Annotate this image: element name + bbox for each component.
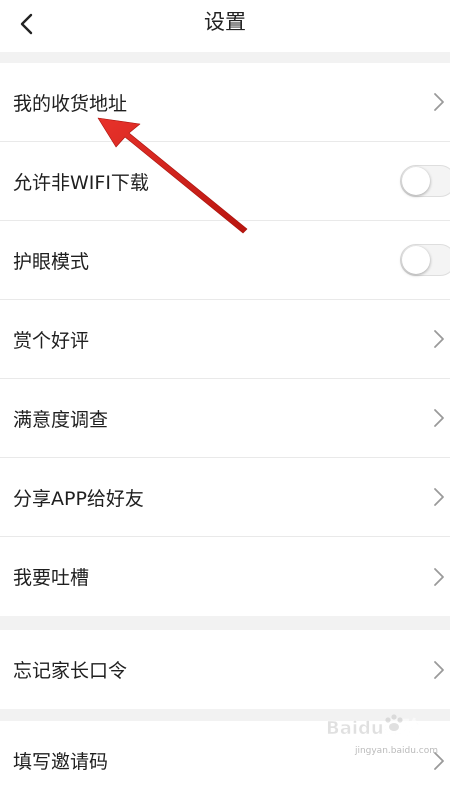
settings-item-shipping-address[interactable]: 我的收货地址 [0,63,450,142]
settings-item-label: 分享APP给好友 [13,487,144,510]
settings-item-rate-app[interactable]: 赏个好评 [0,300,450,379]
settings-item-satisfaction-survey[interactable]: 满意度调查 [0,379,450,458]
page-title: 设置 [204,10,246,34]
settings-item-label: 填写邀请码 [13,751,109,773]
settings-item-share-app[interactable]: 分享APP给好友 [0,458,450,537]
settings-item-label: 满意度调查 [13,408,109,431]
chevron-right-icon [434,488,444,506]
nav-bar: 设置 [0,0,450,52]
settings-item-label: 允许非WIFI下载 [13,171,149,194]
settings-item-label: 我的收货地址 [13,92,128,115]
settings-item-label: 赏个好评 [13,329,90,352]
watermark-url: jingyan.baidu.com [354,746,438,756]
settings-item-label: 我要吐槽 [13,567,90,589]
chevron-right-icon [434,330,444,348]
settings-item-label: 护眼模式 [13,250,90,273]
settings-item-forgot-parent-code[interactable]: 忘记家长口令 [0,630,450,709]
settings-item-label: 忘记家长口令 [13,660,128,682]
settings-item-non-wifi-download: 允许非WIFI下载 [0,142,450,221]
settings-group-parental: 忘记家长口令 [0,630,450,709]
settings-item-feedback[interactable]: 我要吐槽 [0,537,450,616]
eye-protection-toggle[interactable] [400,244,450,276]
settings-group-invite: 填写邀请码 [0,721,450,800]
chevron-right-icon [434,660,444,679]
settings-item-eye-protection: 护眼模式 [0,221,450,300]
settings-group-main: 我的收货地址 允许非WIFI下载 护眼模式 赏个好评 满意度调查 分享APP给好… [0,63,450,616]
toggle-knob [402,246,430,274]
chevron-right-icon [434,567,444,586]
settings-item-invite-code[interactable]: 填写邀请码 [0,721,450,800]
non-wifi-download-toggle[interactable] [400,165,450,197]
chevron-right-icon [434,93,444,111]
chevron-right-icon [434,409,444,427]
toggle-knob [402,167,430,195]
